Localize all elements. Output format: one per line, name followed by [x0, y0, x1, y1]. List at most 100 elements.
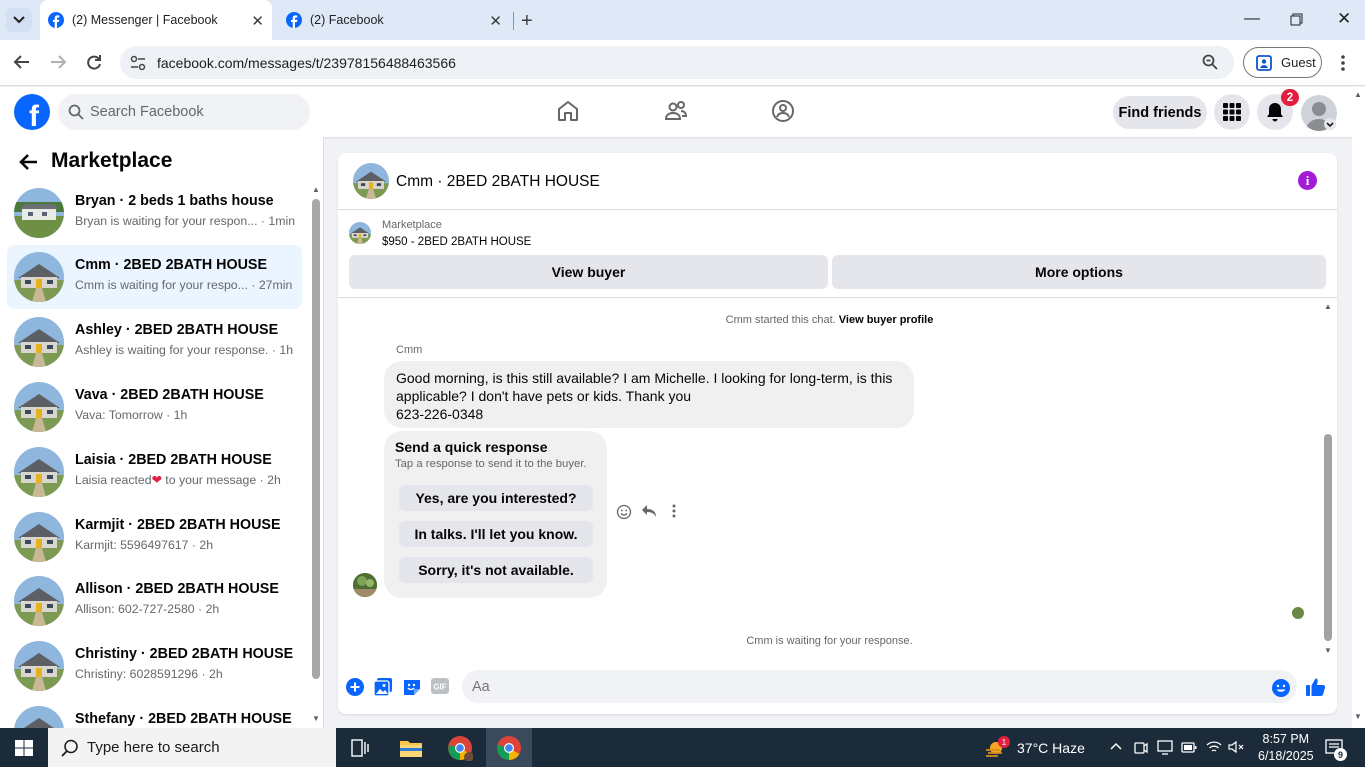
- zoom-icon[interactable]: [1202, 54, 1218, 70]
- sidebar-scroll-down-icon[interactable]: ▼: [312, 714, 320, 723]
- conversation-thumbnail: [14, 576, 64, 626]
- weather-badge: 1: [998, 736, 1010, 748]
- weather-text[interactable]: 37°C Haze: [1017, 740, 1085, 756]
- chat-scroll-up-icon[interactable]: ▲: [1324, 302, 1332, 311]
- minimize-icon[interactable]: —: [1244, 10, 1260, 28]
- plus-circle-icon[interactable]: [346, 678, 364, 696]
- page-scroll-up-icon[interactable]: ▲: [1354, 90, 1362, 99]
- page-scroll-down-icon[interactable]: ▼: [1354, 712, 1362, 721]
- forward-arrow-icon[interactable]: [50, 54, 67, 70]
- gif-icon[interactable]: GIF: [431, 678, 449, 694]
- search-placeholder: Search Facebook: [90, 104, 204, 120]
- meet-now-icon[interactable]: [1134, 741, 1148, 755]
- sticker-icon[interactable]: [403, 678, 421, 696]
- more-options-button[interactable]: More options: [832, 255, 1326, 289]
- more-actions-icon[interactable]: [672, 504, 676, 518]
- find-friends-button[interactable]: Find friends: [1113, 96, 1207, 129]
- conversation-item[interactable]: Ashley · 2BED 2BATH HOUSE Ashley is waiti…: [7, 310, 302, 374]
- back-arrow-icon[interactable]: [13, 54, 30, 70]
- conversation-thumbnail: [14, 512, 64, 562]
- emoji-icon[interactable]: [1272, 679, 1290, 697]
- quick-response-yes-button[interactable]: Yes, are you interested?: [399, 485, 593, 511]
- windows-start-icon[interactable]: [15, 740, 33, 756]
- page-scrollbar[interactable]: [1352, 87, 1365, 728]
- menu-grid-button[interactable]: [1214, 94, 1250, 130]
- conversation-item[interactable]: Cmm · 2BED 2BATH HOUSE Cmm is waiting for…: [7, 245, 302, 309]
- message-phone: 623-226-0348: [396, 406, 484, 422]
- conversation-item[interactable]: Allison · 2BED 2BATH HOUSE Allison: 602-7…: [7, 569, 302, 633]
- chat-started-text: Cmm started this chat.: [725, 314, 836, 326]
- account-chevron-icon[interactable]: [1324, 118, 1336, 130]
- tab-facebook[interactable]: (2) Facebook ✕: [278, 0, 510, 40]
- facebook-search[interactable]: Search Facebook: [58, 94, 310, 130]
- conversation-item[interactable]: Laisia · 2BED 2BATH HOUSE Laisia reacted❤…: [7, 440, 302, 504]
- conversation-preview: Ashley is waiting for your response. · 1…: [75, 343, 294, 357]
- tab-close-icon[interactable]: ✕: [489, 12, 502, 30]
- chrome-icon[interactable]: [447, 735, 473, 761]
- friends-icon[interactable]: [664, 99, 688, 123]
- volume-muted-icon[interactable]: [1228, 740, 1244, 754]
- info-icon[interactable]: i: [1298, 171, 1317, 190]
- conversation-item[interactable]: Karmjit · 2BED 2BATH HOUSE Karmjit: 55964…: [7, 505, 302, 569]
- display-icon[interactable]: [1157, 740, 1173, 755]
- reload-icon[interactable]: [86, 54, 102, 70]
- back-arrow-icon[interactable]: [18, 153, 38, 171]
- quick-response-title: Send a quick response: [395, 439, 548, 455]
- conversation-preview: Laisia reacted❤ to your message · 2h: [75, 473, 281, 487]
- quick-response-unavailable-button[interactable]: Sorry, it's not available.: [399, 557, 593, 583]
- notification-badge: 2: [1281, 89, 1299, 106]
- tab-close-icon[interactable]: ✕: [251, 12, 264, 30]
- home-icon[interactable]: [556, 99, 580, 123]
- quick-response-in-talks-button[interactable]: In talks. I'll let you know.: [399, 521, 593, 547]
- system-clock[interactable]: 8:57 PM 6/18/2025: [1258, 731, 1314, 765]
- house-photo-icon: [14, 641, 64, 691]
- photo-icon[interactable]: [374, 678, 392, 696]
- react-emoji-icon[interactable]: [616, 504, 632, 520]
- listing-thumbnail[interactable]: [353, 163, 389, 199]
- conversation-name: Karmjit · 2BED 2BATH HOUSE: [75, 517, 281, 533]
- listing-price-title[interactable]: $950 - 2BED 2BATH HOUSE: [382, 236, 531, 248]
- reply-icon[interactable]: [641, 504, 657, 518]
- facebook-logo[interactable]: f: [14, 94, 50, 130]
- sender-name: Cmm: [396, 344, 423, 356]
- sidebar-scrollbar-thumb[interactable]: [312, 199, 320, 679]
- conversation-preview: Cmm is waiting for your respo... · 27min: [75, 278, 293, 292]
- window-close-icon[interactable]: ✕: [1337, 9, 1351, 29]
- view-buyer-button[interactable]: View buyer: [349, 255, 828, 289]
- browser-menu-icon[interactable]: [1341, 55, 1345, 71]
- site-settings-icon[interactable]: [130, 55, 146, 71]
- task-view-icon[interactable]: [351, 739, 369, 757]
- thumbs-up-icon[interactable]: [1306, 677, 1326, 697]
- message-composer[interactable]: [462, 670, 1297, 703]
- file-explorer-icon[interactable]: [400, 739, 422, 757]
- conversation-item[interactable]: Vava · 2BED 2BATH HOUSE Vava: Tomorrow · …: [7, 375, 302, 439]
- tab-search-dropdown[interactable]: [6, 8, 32, 32]
- sidebar-scroll-up-icon[interactable]: ▲: [312, 185, 320, 194]
- profile-button[interactable]: Guest: [1243, 47, 1322, 78]
- chrome-active-icon[interactable]: [496, 735, 522, 761]
- house-photo-icon: [14, 252, 64, 302]
- chat-scrollbar-thumb[interactable]: [1324, 434, 1332, 641]
- chat-title[interactable]: Cmm · 2BED 2BATH HOUSE: [396, 173, 600, 191]
- new-tab-icon[interactable]: +: [521, 10, 533, 33]
- tab-title: (2) Messenger | Facebook: [72, 13, 218, 27]
- chevron-down-icon: [13, 16, 25, 24]
- tab-messenger[interactable]: (2) Messenger | Facebook ✕: [40, 0, 272, 40]
- conversation-item[interactable]: Christiny · 2BED 2BATH HOUSE Christiny: 6…: [7, 634, 302, 698]
- svg-text:GIF: GIF: [433, 683, 446, 692]
- taskbar-search[interactable]: Type here to search: [48, 728, 336, 767]
- view-buyer-profile-link[interactable]: View buyer profile: [839, 314, 934, 326]
- chat-scroll-down-icon[interactable]: ▼: [1324, 646, 1332, 655]
- omnibox[interactable]: facebook.com/messages/t/2397815648846356…: [120, 46, 1234, 79]
- conversation-item[interactable]: Bryan · 2 beds 1 baths house Bryan is wai…: [7, 181, 302, 245]
- chevron-up-icon[interactable]: [1110, 742, 1122, 750]
- wifi-icon[interactable]: [1206, 740, 1222, 754]
- message-input[interactable]: [472, 676, 1252, 698]
- restore-icon[interactable]: [1290, 13, 1303, 26]
- incoming-message-bubble[interactable]: Good morning, is this still available? I…: [384, 361, 914, 428]
- quick-response-subtitle: Tap a response to send it to the buyer.: [395, 458, 587, 470]
- battery-icon[interactable]: [1181, 742, 1197, 753]
- sender-avatar[interactable]: [353, 573, 377, 597]
- groups-icon[interactable]: [771, 99, 795, 123]
- seen-indicator-avatar: [1292, 607, 1304, 619]
